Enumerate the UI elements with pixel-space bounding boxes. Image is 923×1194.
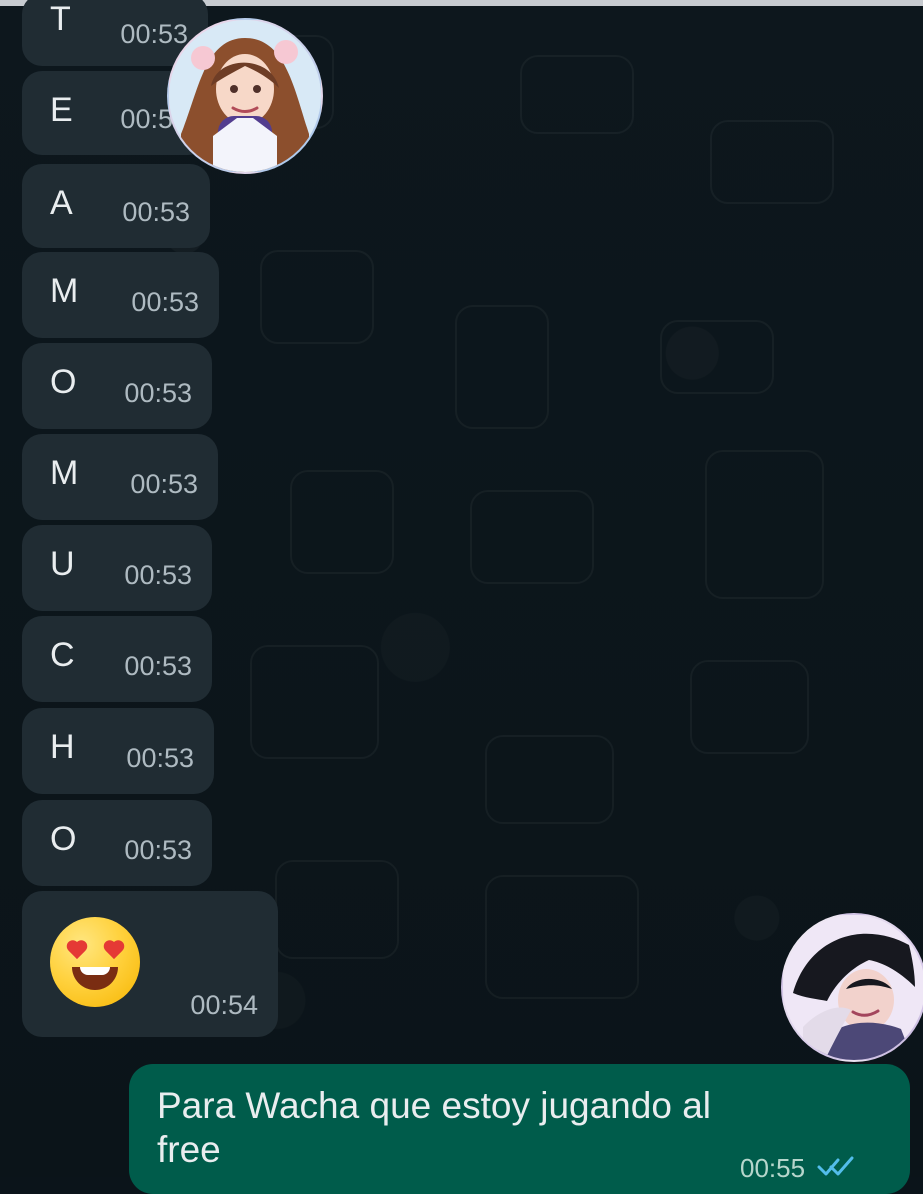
background-doodle: [290, 470, 394, 574]
contact-avatar[interactable]: [167, 18, 323, 174]
message-time: 00:54: [190, 990, 258, 1020]
message-time: 00:53: [124, 651, 192, 681]
background-doodle: [710, 120, 834, 204]
user-avatar[interactable]: [781, 913, 923, 1062]
incoming-message-bubble[interactable]: O 00:53: [22, 343, 212, 429]
message-text: C: [50, 636, 75, 674]
outgoing-message-time: 00:55: [740, 1153, 806, 1183]
incoming-message-bubble[interactable]: U 00:53: [22, 525, 212, 611]
incoming-message-bubble[interactable]: A 00:53: [22, 164, 210, 248]
background-doodle: [470, 490, 594, 584]
message-text: H: [50, 728, 75, 766]
heart-icon: [102, 941, 126, 963]
message-text: E: [50, 91, 73, 129]
incoming-message-bubble[interactable]: H 00:53: [22, 708, 214, 794]
outgoing-message-text: Para Wacha que estoy jugando al free: [157, 1085, 711, 1171]
message-time: 00:53: [122, 197, 190, 227]
message-time: 00:53: [130, 469, 198, 499]
message-time: 00:53: [124, 378, 192, 408]
incoming-message-bubble[interactable]: M 00:53: [22, 252, 219, 338]
message-time: 00:53: [131, 287, 199, 317]
message-time: 00:53: [120, 19, 188, 49]
background-doodle: [705, 450, 824, 599]
heart-icon: [65, 941, 89, 963]
message-text: O: [50, 820, 77, 858]
anime-boy-avatar-icon: [783, 915, 923, 1060]
message-text: A: [50, 184, 73, 222]
double-check-icon: [817, 1156, 854, 1176]
background-doodle: [660, 320, 774, 394]
background-doodle: [250, 645, 379, 759]
incoming-message-bubble[interactable]: M 00:53: [22, 434, 218, 520]
message-text: U: [50, 545, 75, 583]
message-time: 00:53: [124, 835, 192, 865]
message-text: M: [50, 272, 79, 310]
message-time: 00:53: [124, 560, 192, 590]
background-doodle: [275, 860, 399, 959]
incoming-message-bubble[interactable]: C 00:53: [22, 616, 212, 702]
message-time: 00:53: [126, 743, 194, 773]
outgoing-message-bubble[interactable]: Para Wacha que estoy jugando al free 00:…: [129, 1064, 910, 1194]
message-text: M: [50, 454, 79, 492]
background-doodle: [485, 875, 639, 999]
emoji-message-bubble[interactable]: 00:54: [22, 891, 278, 1037]
background-doodle: [485, 735, 614, 824]
incoming-message-bubble[interactable]: O 00:53: [22, 800, 212, 886]
background-doodle: [260, 250, 374, 344]
background-doodle: [520, 55, 634, 134]
message-text: T: [50, 0, 71, 38]
smile-icon: [72, 967, 118, 990]
background-doodle: [455, 305, 549, 429]
background-doodle: [690, 660, 809, 754]
anime-girl-avatar-icon: [169, 20, 321, 172]
heart-eyes-emoji-icon: [50, 917, 140, 1007]
message-text: O: [50, 363, 77, 401]
